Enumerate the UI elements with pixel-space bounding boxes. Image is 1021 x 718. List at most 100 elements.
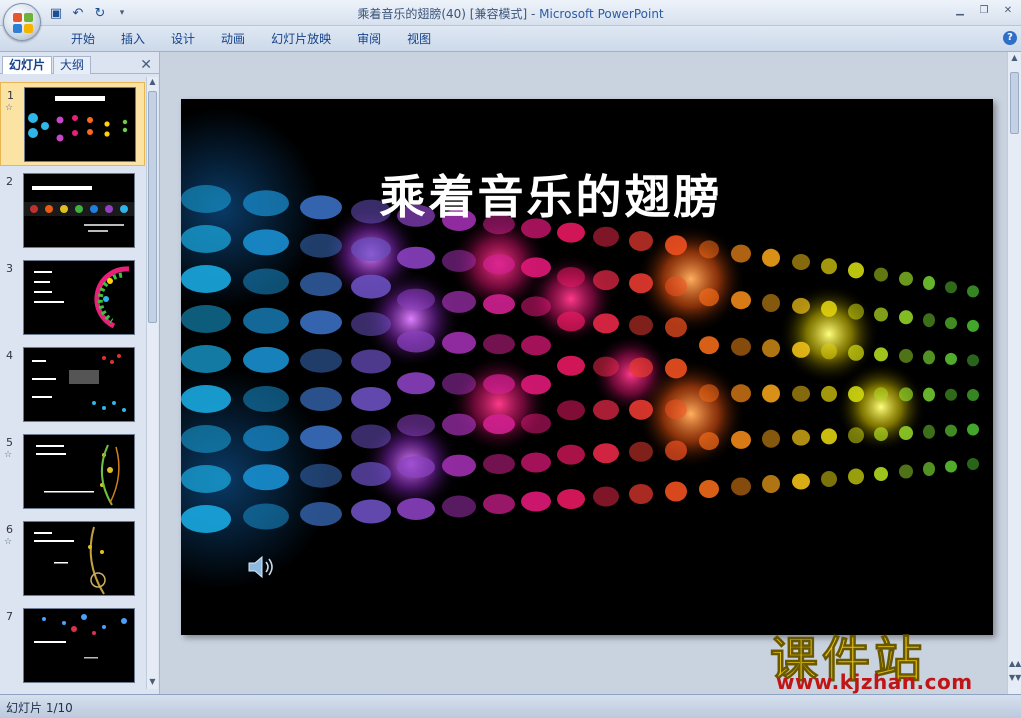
light-dot [483,494,515,514]
tab-review[interactable]: 审阅 [344,31,394,49]
light-dot [945,281,957,294]
slide-thumb-4[interactable]: 4 [0,343,145,427]
light-dot [351,312,391,337]
scroll-up-icon[interactable]: ▲ [147,77,158,89]
title-bar: ▣ ↶ ↻ ▾ 乘着音乐的翅膀(40) [兼容模式] - Microsoft P… [0,0,1021,26]
light-dot [351,237,391,262]
tab-animations[interactable]: 动画 [208,31,258,49]
light-dot [762,248,780,267]
tab-slideshow[interactable]: 幻灯片放映 [258,31,344,49]
tab-outline[interactable]: 大纲 [53,56,92,74]
slide-thumb-1[interactable]: 1 ☆ [0,82,145,166]
light-dot [593,356,619,377]
slide-title[interactable]: 乘着音乐的翅膀 [181,161,921,227]
light-dot [945,460,957,473]
slide-thumb-7[interactable]: 7 [0,604,145,688]
next-slide-icon[interactable]: ▼▼ [1009,673,1021,682]
slide-editor: 乘着音乐的翅膀 [163,52,1005,694]
light-dot [762,294,780,312]
animation-star-icon: ☆ [4,450,13,460]
slide-thumb-5[interactable]: 5 ☆ [0,430,145,514]
light-dot [181,385,231,413]
light-dot [945,317,957,330]
thumb-image [23,173,135,248]
light-dot [351,349,391,374]
tab-home[interactable]: 开始 [58,31,108,49]
light-dot [521,413,551,434]
light-dot [792,254,810,270]
tab-insert[interactable]: 插入 [108,31,158,49]
light-dot [792,473,810,490]
light-dot [483,454,515,474]
light-dot [967,319,979,332]
slide-thumbnails: 1 ☆ 2 3 4 5 ☆ 6 ☆ 7 [0,77,145,689]
light-dot [397,414,435,437]
light-dot [300,463,342,488]
light-dot [792,341,810,358]
scroll-up-icon[interactable]: ▲ [1009,53,1020,62]
light-dot [967,458,979,470]
slide-thumb-3[interactable]: 3 [0,256,145,340]
close-pane-icon[interactable]: ✕ [140,57,152,73]
watermark-url: www.kjzhan.com [776,670,973,694]
tab-slides[interactable]: 幻灯片 [2,56,53,74]
light-dot [521,452,551,473]
thumb-image [23,347,135,422]
light-dot [792,429,810,446]
light-dot [699,288,719,307]
light-dot [821,300,837,317]
slides-scrollbar[interactable]: ▲ ▼ [146,77,158,689]
minimize-icon[interactable]: ▁ [953,3,967,17]
speaker-icon[interactable] [247,555,275,579]
slide-counter: 幻灯片 1/10 [6,701,73,715]
light-dot [874,387,888,402]
tab-view[interactable]: 视图 [394,31,444,49]
light-dot [557,444,585,465]
close-window-icon[interactable]: ✕ [1001,3,1015,17]
light-dot [731,430,751,449]
scroll-down-icon[interactable]: ▼ [147,677,158,689]
scroll-thumb[interactable] [1010,72,1019,134]
restore-icon[interactable]: ❐ [977,3,991,17]
light-dot [181,465,231,493]
light-dot [848,386,864,403]
prev-slide-icon[interactable]: ▲▲ [1009,659,1021,668]
light-dot [848,468,864,485]
help-icon[interactable]: ? [1003,31,1017,45]
slide-thumb-2[interactable]: 2 [0,169,145,253]
current-slide[interactable]: 乘着音乐的翅膀 [181,99,993,635]
tab-design[interactable]: 设计 [158,31,208,49]
light-dot [300,387,342,411]
editor-scrollbar[interactable]: ▲ ▲▲ ▼▼ [1007,52,1021,694]
light-dot [521,296,551,317]
scroll-thumb[interactable] [148,91,157,323]
ribbon-tabs: 开始 插入 设计 动画 幻灯片放映 审阅 视图 ? [0,26,1021,52]
office-button[interactable] [3,3,41,41]
light-dot [792,385,810,402]
light-dot [557,400,585,421]
light-dot [821,258,837,275]
light-dot [243,386,289,412]
light-dot [442,290,476,313]
light-dot [300,310,342,335]
light-dot [243,229,289,256]
light-dot [848,303,864,320]
light-dot [967,354,979,367]
light-dot [665,440,687,461]
light-dot [397,498,435,520]
light-dot [442,413,476,436]
light-dot [243,346,289,373]
light-dot [821,385,837,402]
light-dot [300,425,342,450]
light-dot [665,317,687,338]
thumb-image [23,434,135,509]
light-dot [442,249,476,272]
light-dot [629,484,653,504]
light-dot [593,313,619,334]
light-dot [792,297,810,314]
light-dot [483,334,515,355]
light-dot [521,491,551,512]
slide-thumb-6[interactable]: 6 ☆ [0,517,145,601]
light-dot [593,399,619,420]
light-dot [397,246,435,269]
